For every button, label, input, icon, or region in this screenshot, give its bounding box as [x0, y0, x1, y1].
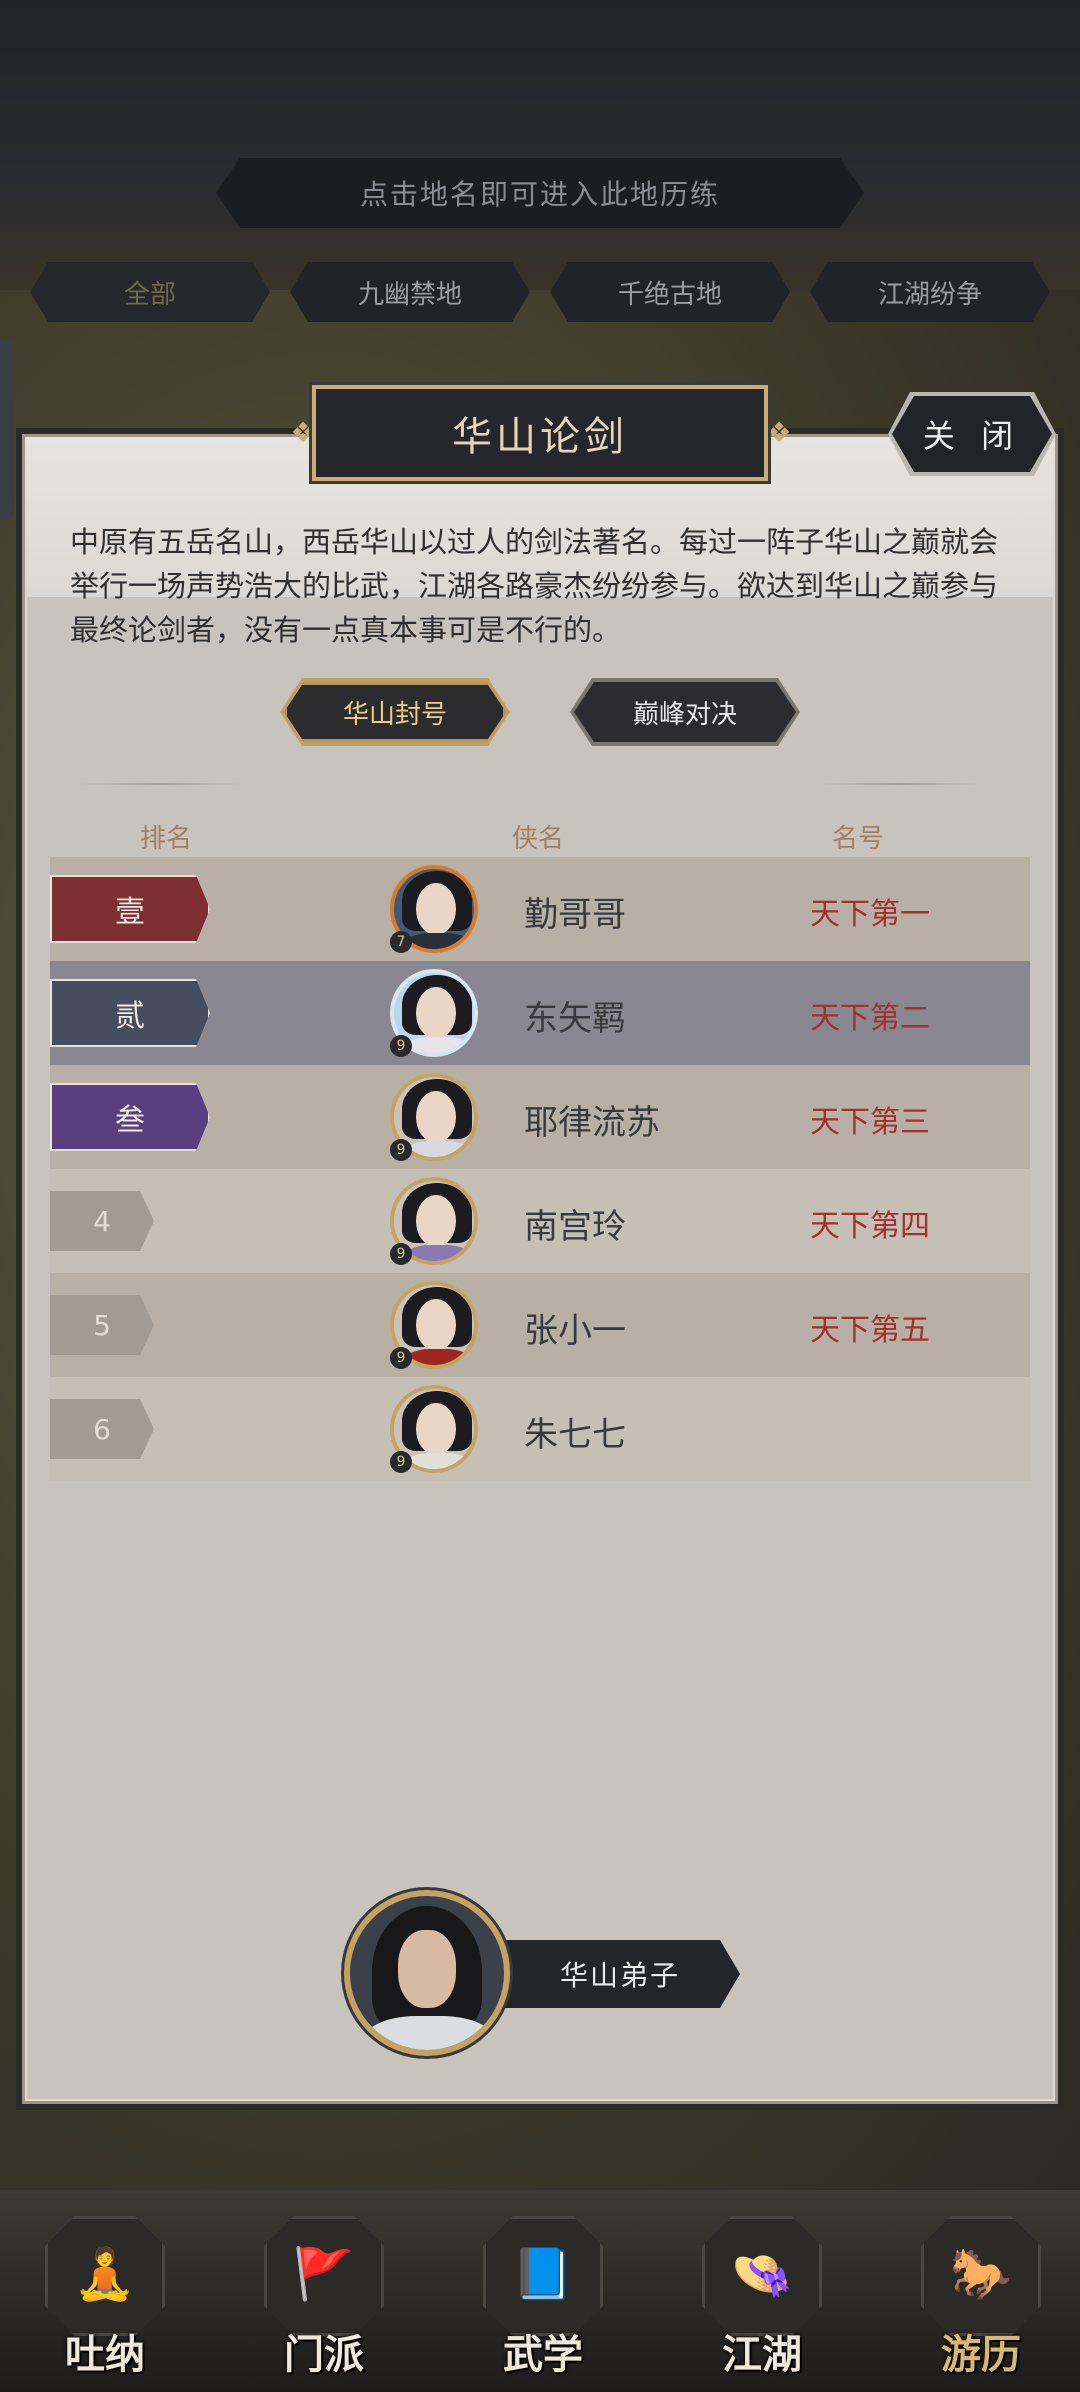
tab-huashan-titles[interactable]: 华山封号: [284, 682, 506, 742]
panel-description: 中原有五岳名山，西岳华山以过人的剑法著名。每过一阵子华山之巅就会举行一场声势浩大…: [70, 525, 999, 647]
nav-label: 武学: [503, 2331, 583, 2378]
level-badge: 7: [390, 931, 412, 953]
level-badge: 9: [390, 1451, 412, 1473]
ranking-row[interactable]: 5 9 张小一 天下第五: [50, 1273, 1030, 1377]
hero-title: 天下第三: [810, 1105, 930, 1140]
rank-badge: 4: [50, 1191, 154, 1251]
level-badge: 9: [390, 1035, 412, 1057]
level-badge: 9: [390, 1347, 412, 1369]
player-avatar[interactable]: [344, 1890, 510, 2056]
hero-name: 朱七七: [524, 1415, 626, 1455]
tab-peak-duel[interactable]: 巅峰对决: [574, 682, 796, 742]
column-header-rank: 排名: [140, 824, 193, 854]
column-header-name: 侠名: [512, 824, 565, 854]
nav-item-wuxue[interactable]: 📘 武学: [473, 2206, 613, 2386]
filter-tab-qianjue[interactable]: 千绝古地: [550, 262, 790, 322]
nav-label: 江湖: [722, 2331, 802, 2378]
martial-books-icon: 📘: [511, 2244, 575, 2303]
column-header-title: 名号: [832, 824, 885, 854]
ornament-right-icon: ❖: [766, 416, 792, 449]
ranking-row[interactable]: 贰 9 东矢羁 天下第二: [50, 961, 1030, 1065]
hero-title: 天下第一: [810, 897, 930, 932]
hero-name: 勤哥哥: [524, 895, 626, 935]
sect-banner-icon: 🚩: [292, 2244, 356, 2303]
filter-tab-jiuyou[interactable]: 九幽禁地: [290, 262, 530, 322]
hint-bar: 点击地名即可进入此地历练: [216, 158, 864, 228]
rank-badge: 5: [50, 1295, 154, 1355]
hero-name: 南宫玲: [524, 1207, 626, 1247]
top-background: [0, 0, 1080, 300]
nav-item-jianghu[interactable]: 👒 江湖: [692, 2206, 832, 2386]
player-title-plate: 华山弟子: [470, 1940, 740, 2008]
hero-title: 天下第二: [810, 1001, 930, 1036]
nav-label: 游历: [941, 2331, 1021, 2378]
panel-title: 华山论剑: [312, 385, 768, 481]
ranking-row[interactable]: 壹 7 勤哥哥 天下第一: [50, 857, 1030, 961]
close-button[interactable]: 关 闭: [892, 396, 1052, 472]
filter-tabs: 全部 九幽禁地 千绝古地 江湖纷争: [0, 262, 1080, 326]
nav-item-youli[interactable]: 🐎 游历: [911, 2206, 1051, 2386]
nav-label: 门派: [284, 2331, 364, 2378]
filter-tab-all[interactable]: 全部: [30, 262, 270, 322]
hero-name: 东矢羁: [524, 999, 626, 1039]
meditation-figure-icon: 🧘: [73, 2244, 137, 2303]
nav-item-menpai[interactable]: 🚩 门派: [254, 2206, 394, 2386]
hero-name: 耶律流苏: [524, 1103, 660, 1143]
level-badge: 9: [390, 1139, 412, 1161]
rank-badge: 壹: [50, 875, 210, 943]
filter-tab-jianghu[interactable]: 江湖纷争: [810, 262, 1050, 322]
divider-left: [80, 783, 240, 785]
side-handle[interactable]: [0, 340, 14, 520]
hero-title: 天下第四: [810, 1209, 930, 1244]
hero-title: 天下第五: [810, 1313, 930, 1348]
level-badge: 9: [390, 1243, 412, 1265]
hero-name: 张小一: [524, 1311, 626, 1351]
rank-badge: 叁: [50, 1083, 210, 1151]
ranking-row[interactable]: 4 9 南宫玲 天下第四: [50, 1169, 1030, 1273]
straw-hat-icon: 👒: [730, 2244, 794, 2303]
nav-item-tuna[interactable]: 🧘 吐纳: [35, 2206, 175, 2386]
ranking-row[interactable]: 6 9 朱七七: [50, 1377, 1030, 1481]
horse-icon: 🐎: [949, 2244, 1013, 2303]
rank-badge: 贰: [50, 979, 210, 1047]
ranking-row[interactable]: 叁 9 耶律流苏 天下第三: [50, 1065, 1030, 1169]
nav-label: 吐纳: [65, 2331, 145, 2378]
divider-right: [820, 783, 980, 785]
rank-badge: 6: [50, 1399, 154, 1459]
